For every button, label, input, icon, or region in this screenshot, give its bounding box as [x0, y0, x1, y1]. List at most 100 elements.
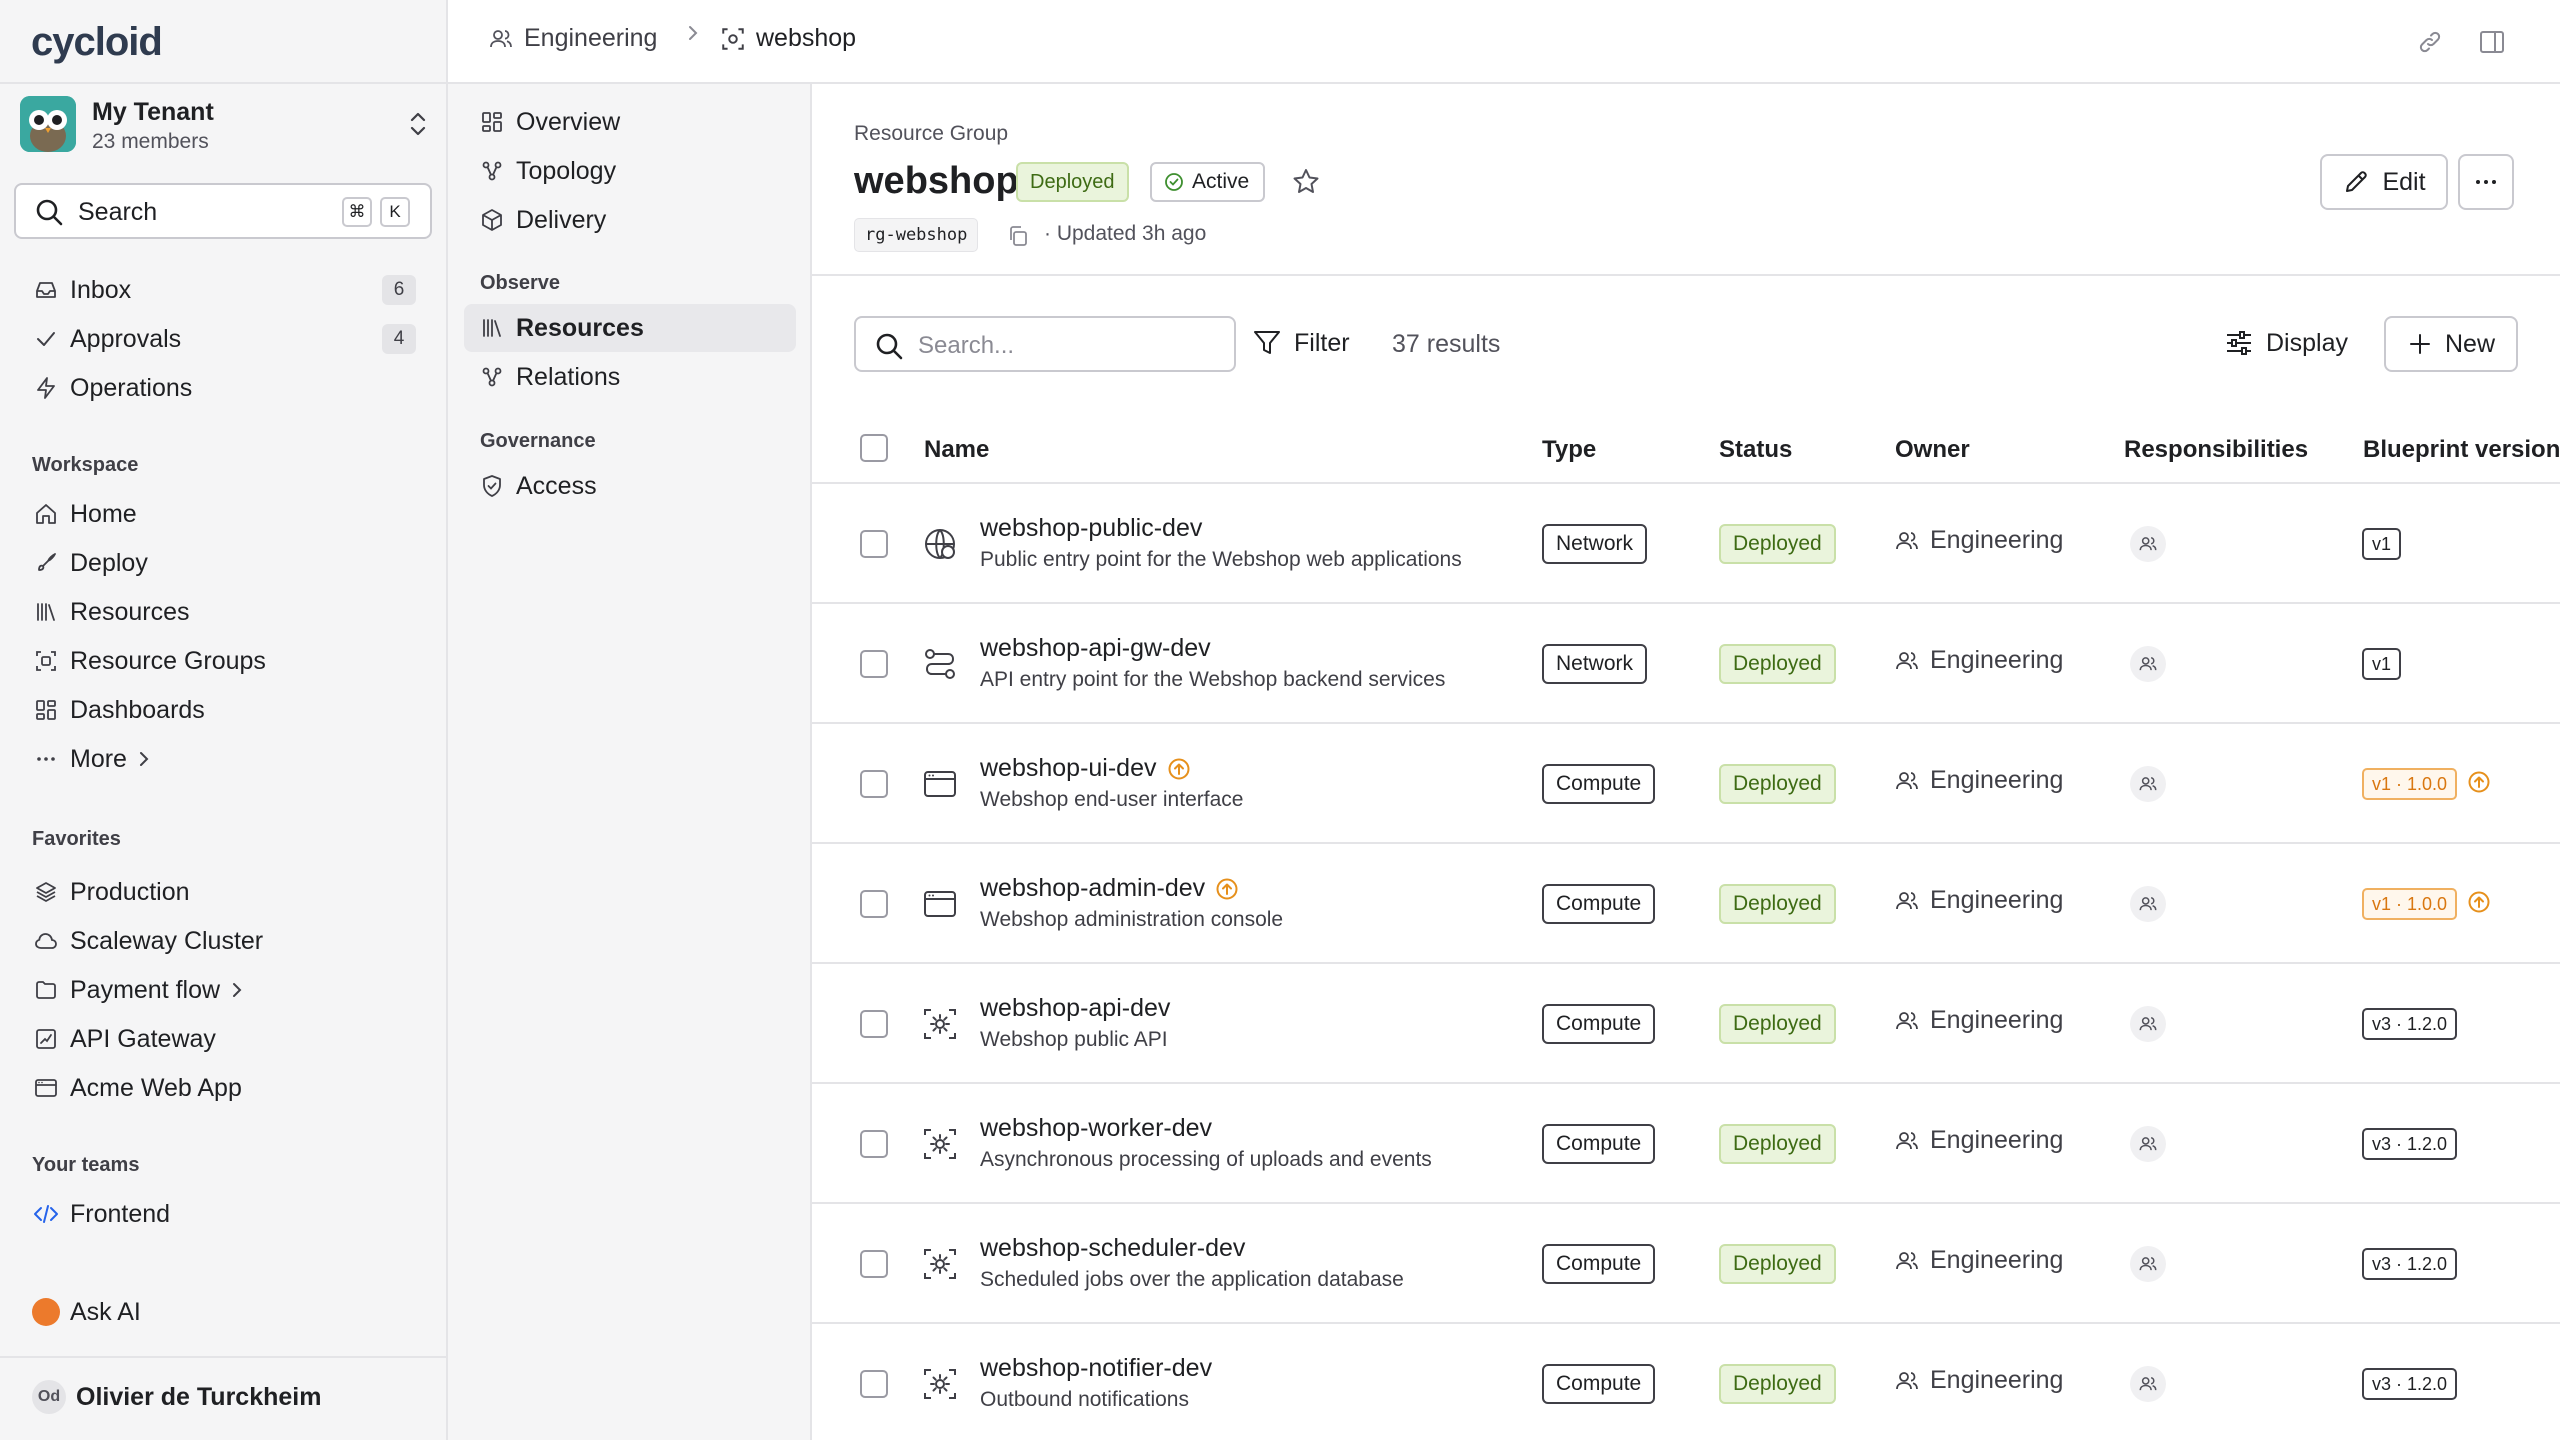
copy-icon[interactable]: [1006, 224, 1030, 248]
more-actions-button[interactable]: [2458, 154, 2514, 210]
owner-team[interactable]: Engineering: [1894, 1006, 2063, 1035]
sidebar-item-inbox[interactable]: Inbox: [32, 270, 131, 310]
toggle-panel-icon[interactable]: [2478, 28, 2506, 56]
responsibilities-avatar[interactable]: [2130, 1126, 2166, 1162]
kbd-command: ⌘: [342, 197, 372, 227]
subnav-item-delivery[interactable]: Delivery: [464, 196, 796, 244]
check-circle-icon: [1164, 172, 1184, 192]
sliders-icon: [2224, 328, 2254, 358]
column-header-blueprint-version[interactable]: Blueprint version: [2363, 436, 2560, 464]
owner-team[interactable]: Engineering: [1894, 1366, 2063, 1395]
row-checkbox[interactable]: [860, 1250, 888, 1278]
table-row[interactable]: webshop-worker-dev Asynchronous processin…: [812, 1084, 2560, 1204]
favorite-acme-web-app[interactable]: Acme Web App: [32, 1068, 242, 1108]
star-icon[interactable]: [1290, 166, 1322, 198]
column-header-status[interactable]: Status: [1719, 436, 1792, 464]
app-logo[interactable]: cycloid: [31, 20, 163, 65]
team-frontend[interactable]: Frontend: [32, 1194, 170, 1234]
users-icon: [2138, 774, 2158, 794]
row-checkbox[interactable]: [860, 650, 888, 678]
tenant-switcher[interactable]: My Tenant 23 members: [20, 96, 430, 156]
resource-name[interactable]: webshop-notifier-dev: [980, 1354, 1212, 1383]
sidebar-item-more[interactable]: More: [32, 739, 151, 779]
breadcrumb-team[interactable]: Engineering: [488, 24, 657, 53]
subnav-item-overview[interactable]: Overview: [464, 98, 796, 146]
resource-name[interactable]: webshop-api-dev: [980, 994, 1170, 1023]
responsibilities-avatar[interactable]: [2130, 1366, 2166, 1402]
table-row[interactable]: webshop-api-dev Webshop public API Compute…: [812, 964, 2560, 1084]
table-row[interactable]: webshop-public-dev Public entry point for…: [812, 484, 2560, 604]
favorite-api-gateway[interactable]: API Gateway: [32, 1019, 216, 1059]
divider: [0, 82, 446, 84]
resource-name[interactable]: webshop-api-gw-dev: [980, 634, 1211, 663]
owner-team[interactable]: Engineering: [1894, 526, 2063, 555]
users-icon: [1894, 1248, 1920, 1274]
row-checkbox[interactable]: [860, 1130, 888, 1158]
column-header-responsibilities[interactable]: Responsibilities: [2124, 436, 2308, 464]
responsibilities-avatar[interactable]: [2130, 526, 2166, 562]
resource-search-input[interactable]: Search...: [854, 316, 1236, 372]
resource-name[interactable]: webshop-public-dev: [980, 514, 1202, 543]
owner-team[interactable]: Engineering: [1894, 1126, 2063, 1155]
sidebar-item-resources[interactable]: Resources: [32, 592, 190, 632]
rocket-icon: [32, 549, 60, 577]
resource-description: API entry point for the Webshop backend …: [980, 668, 1446, 691]
table-row[interactable]: webshop-notifier-dev Outbound notificatio…: [812, 1324, 2560, 1440]
subnav-item-access[interactable]: Access: [464, 462, 796, 510]
resource-name[interactable]: webshop-ui-dev: [980, 754, 1191, 783]
sidebar-item-home[interactable]: Home: [32, 494, 137, 534]
row-checkbox[interactable]: [860, 530, 888, 558]
sidebar-item-dashboards[interactable]: Dashboards: [32, 690, 205, 730]
owner-team[interactable]: Engineering: [1894, 646, 2063, 675]
search-label: Search: [78, 198, 158, 226]
sidebar-item-resource-groups[interactable]: Resource Groups: [32, 641, 266, 681]
sidebar-item-operations[interactable]: Operations: [32, 368, 192, 408]
owner-team[interactable]: Engineering: [1894, 886, 2063, 915]
row-checkbox[interactable]: [860, 1370, 888, 1398]
favorite-scaleway-cluster[interactable]: Scaleway Cluster: [32, 921, 263, 961]
favorite-production[interactable]: Production: [32, 872, 190, 912]
row-checkbox[interactable]: [860, 1010, 888, 1038]
ask-ai-button[interactable]: Ask AI: [32, 1292, 141, 1332]
server-gear-icon: [922, 1006, 958, 1042]
select-all-checkbox[interactable]: [860, 434, 888, 462]
new-resource-button[interactable]: New: [2384, 316, 2518, 372]
global-search[interactable]: Search ⌘ K: [14, 183, 432, 239]
subnav-item-topology[interactable]: Topology: [464, 147, 796, 195]
table-row[interactable]: webshop-admin-dev Webshop administration …: [812, 844, 2560, 964]
row-checkbox[interactable]: [860, 770, 888, 798]
breadcrumb-current[interactable]: webshop: [720, 24, 856, 53]
topbar: Engineering webshop: [448, 0, 2560, 84]
table-row[interactable]: webshop-scheduler-dev Scheduled jobs over…: [812, 1204, 2560, 1324]
favorite-payment-flow[interactable]: Payment flow: [32, 970, 244, 1010]
resource-name[interactable]: webshop-worker-dev: [980, 1114, 1212, 1143]
resource-description: Webshop end-user interface: [980, 788, 1244, 811]
column-header-type[interactable]: Type: [1542, 436, 1596, 464]
column-header-name[interactable]: Name: [924, 436, 989, 464]
responsibilities-avatar[interactable]: [2130, 646, 2166, 682]
responsibilities-avatar[interactable]: [2130, 766, 2166, 802]
blueprint-version-badge: v1: [2362, 528, 2402, 560]
owner-team[interactable]: Engineering: [1894, 1246, 2063, 1275]
subnav-item-relations[interactable]: Relations: [464, 353, 796, 401]
responsibilities-avatar[interactable]: [2130, 886, 2166, 922]
favorite-label: Production: [70, 877, 190, 906]
display-button[interactable]: Display: [2224, 328, 2348, 358]
subnav-item-resources[interactable]: Resources: [464, 304, 796, 352]
filter-button[interactable]: Filter: [1252, 328, 1350, 358]
responsibilities-avatar[interactable]: [2130, 1006, 2166, 1042]
responsibilities-avatar[interactable]: [2130, 1246, 2166, 1282]
table-row[interactable]: webshop-api-gw-dev API entry point for th…: [812, 604, 2560, 724]
row-checkbox[interactable]: [860, 890, 888, 918]
sidebar-item-deploy[interactable]: Deploy: [32, 543, 148, 583]
owner-label: Engineering: [1930, 646, 2064, 674]
column-header-owner[interactable]: Owner: [1895, 436, 1970, 464]
table-row[interactable]: webshop-ui-dev Webshop end-user interface…: [812, 724, 2560, 844]
edit-button[interactable]: Edit: [2320, 154, 2448, 210]
link-icon[interactable]: [2416, 28, 2444, 56]
user-menu[interactable]: Od Olivier de Turckheim: [32, 1377, 321, 1417]
sidebar-item-approvals[interactable]: Approvals: [32, 319, 181, 359]
owner-team[interactable]: Engineering: [1894, 766, 2063, 795]
resource-name[interactable]: webshop-admin-dev: [980, 874, 1239, 903]
resource-name[interactable]: webshop-scheduler-dev: [980, 1234, 1245, 1263]
